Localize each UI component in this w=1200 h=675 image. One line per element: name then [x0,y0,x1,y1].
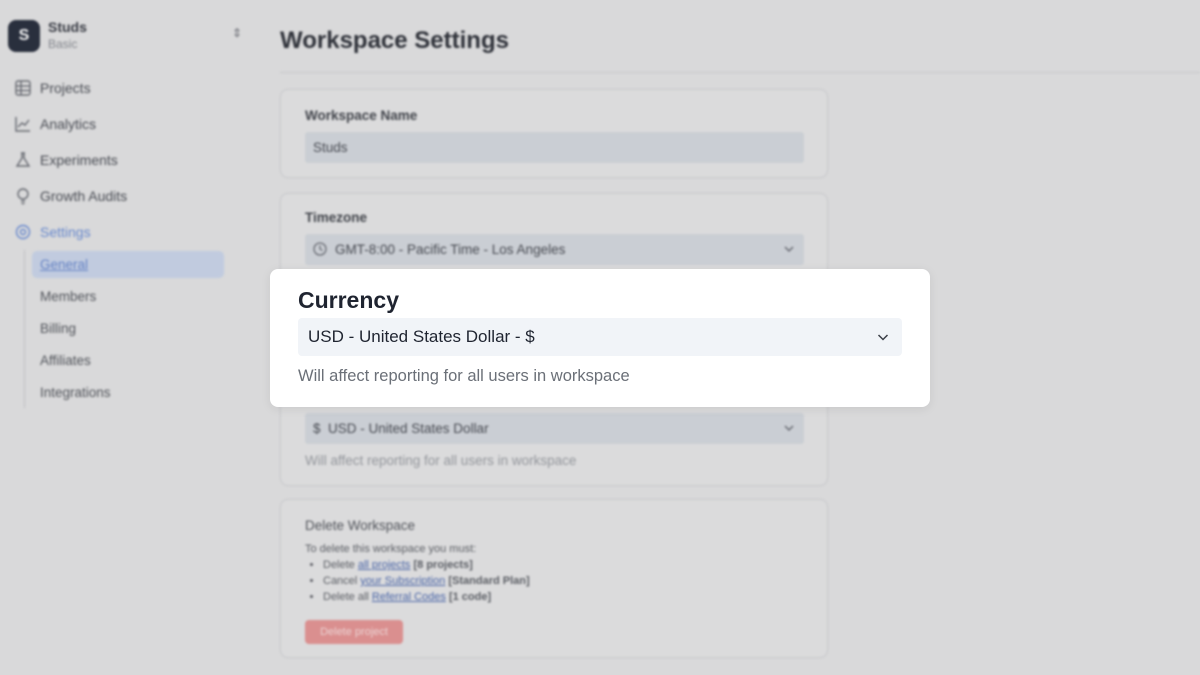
currency-focus-card: Currency USD - United States Dollar - $ … [270,269,930,407]
chevron-down-icon [877,334,889,341]
currency-value: USD - United States Dollar - $ [308,327,535,346]
currency-select[interactable]: USD - United States Dollar - $ [298,318,902,356]
currency-helper: Will affect reporting for all users in w… [298,367,630,385]
currency-title: Currency [298,287,399,313]
